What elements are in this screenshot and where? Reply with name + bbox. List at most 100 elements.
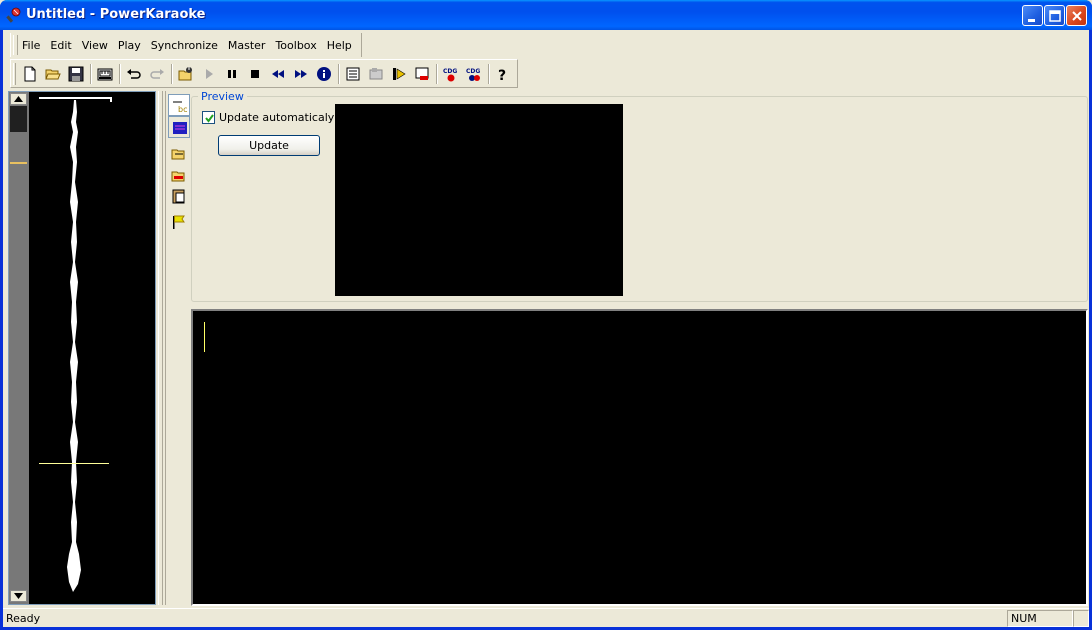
panel-splitter[interactable] <box>158 91 163 605</box>
lyrics-editor[interactable] <box>191 309 1088 606</box>
waveform-scrollbar[interactable] <box>9 92 29 604</box>
open-audio-button[interactable] <box>176 64 196 84</box>
menu-synchronize[interactable]: Synchronize <box>146 37 223 54</box>
auto-update-row[interactable]: Update automaticaly <box>202 111 334 124</box>
redo-icon <box>150 69 164 79</box>
lyrics-window-button[interactable] <box>343 64 363 84</box>
rewind-button[interactable] <box>268 64 288 84</box>
info-icon <box>317 67 331 81</box>
waveform-graphic <box>39 97 112 592</box>
cdg-settings-icon: CDG <box>466 68 480 81</box>
toolbar-grip[interactable] <box>13 63 16 85</box>
new-button[interactable] <box>20 64 40 84</box>
undo-icon <box>127 69 141 79</box>
menu-toolbox[interactable]: Toolbox <box>270 37 321 54</box>
cdg-export-icon: CDG <box>443 68 457 82</box>
maximize-button[interactable] <box>1044 5 1065 26</box>
play-icon <box>206 69 213 79</box>
text-mode-icon: bc <box>173 101 187 114</box>
help-button[interactable]: ? <box>493 64 513 84</box>
open-button[interactable] <box>43 64 63 84</box>
export-button[interactable] <box>168 164 190 186</box>
fast-forward-button[interactable] <box>291 64 311 84</box>
minimize-button[interactable] <box>1022 5 1043 26</box>
cdg-settings-button[interactable]: CDG <box>464 64 484 84</box>
import-icon <box>171 149 185 160</box>
svg-text:CDG: CDG <box>443 68 457 75</box>
import-button[interactable] <box>168 142 190 164</box>
toolbar-separator <box>119 64 121 84</box>
menu-play[interactable]: Play <box>113 37 146 54</box>
scroll-thumb[interactable] <box>10 106 27 132</box>
preview-group <box>191 96 1088 302</box>
export-icon <box>171 171 185 182</box>
clear-button[interactable] <box>412 64 432 84</box>
waveform-panel[interactable] <box>8 91 156 605</box>
menu-view[interactable]: View <box>77 37 113 54</box>
minimize-icon <box>1028 19 1035 22</box>
paste-button[interactable] <box>168 185 190 207</box>
toolbar-separator <box>488 64 490 84</box>
status-text: Ready <box>6 612 41 625</box>
color-mode-icon <box>173 122 187 134</box>
resize-grip[interactable] <box>1073 610 1089 627</box>
svg-text:CDG: CDG <box>466 68 480 75</box>
cdg-export-button[interactable]: CDG <box>441 64 461 84</box>
arrow-down-icon <box>14 593 23 599</box>
help-icon: ? <box>498 68 506 82</box>
redo-button[interactable] <box>147 64 167 84</box>
paste-icon <box>172 189 185 204</box>
toolbar-separator <box>338 64 340 84</box>
sync-button[interactable] <box>366 64 386 84</box>
new-file-icon <box>24 66 36 82</box>
waveform-trace <box>67 100 81 592</box>
app-window: Untitled - PowerKaraoke File Edit View P… <box>0 0 1092 630</box>
toolbar-separator <box>90 64 92 84</box>
status-bar: Ready NUM <box>3 608 1089 627</box>
save-button[interactable] <box>66 64 86 84</box>
main-toolbar: CDG CDG ? <box>10 59 518 88</box>
open-folder-icon <box>45 69 61 80</box>
svg-text:bc: bc <box>178 105 187 114</box>
flag-icon <box>173 215 185 229</box>
stop-button[interactable] <box>245 64 265 84</box>
update-button[interactable]: Update <box>218 135 320 156</box>
menu-help[interactable]: Help <box>322 37 357 54</box>
open-audio-icon <box>178 67 192 81</box>
rewind-icon <box>272 70 284 78</box>
auto-update-label: Update automaticaly <box>219 111 335 124</box>
menu-edit[interactable]: Edit <box>45 37 76 54</box>
scroll-down-button[interactable] <box>10 590 27 602</box>
svg-text:?: ? <box>498 68 506 82</box>
lyrics-window-icon <box>346 67 360 81</box>
side-toolbar: bc <box>165 91 190 605</box>
waveform-canvas[interactable] <box>29 92 155 604</box>
toolbar-separator <box>436 64 438 84</box>
info-button[interactable] <box>314 64 334 84</box>
undo-button[interactable] <box>124 64 144 84</box>
arrow-up-icon <box>14 96 23 102</box>
midi-icon <box>97 68 113 81</box>
preview-screen <box>335 104 623 296</box>
scroll-up-button[interactable] <box>10 93 27 105</box>
text-cursor <box>204 322 205 352</box>
play-button[interactable] <box>199 64 219 84</box>
sync-icon <box>369 68 383 80</box>
text-mode-button[interactable]: bc <box>168 94 190 116</box>
toolbar-separator <box>171 64 173 84</box>
pause-button[interactable] <box>222 64 242 84</box>
midi-button[interactable] <box>95 64 115 84</box>
menu-master[interactable]: Master <box>223 37 271 54</box>
flag-button[interactable] <box>168 211 190 233</box>
close-button[interactable] <box>1066 5 1087 26</box>
menu-bar: File Edit View Play Synchronize Master T… <box>10 33 362 57</box>
save-icon <box>68 66 84 82</box>
menu-file[interactable]: File <box>16 37 45 54</box>
tap-marker-button[interactable] <box>389 64 409 84</box>
position-marker <box>10 162 27 164</box>
color-mode-button[interactable] <box>168 116 190 138</box>
auto-update-checkbox[interactable] <box>202 111 215 124</box>
pause-icon <box>228 70 236 78</box>
fast-forward-icon <box>295 70 307 78</box>
title-bar[interactable]: Untitled - PowerKaraoke <box>0 0 1092 30</box>
